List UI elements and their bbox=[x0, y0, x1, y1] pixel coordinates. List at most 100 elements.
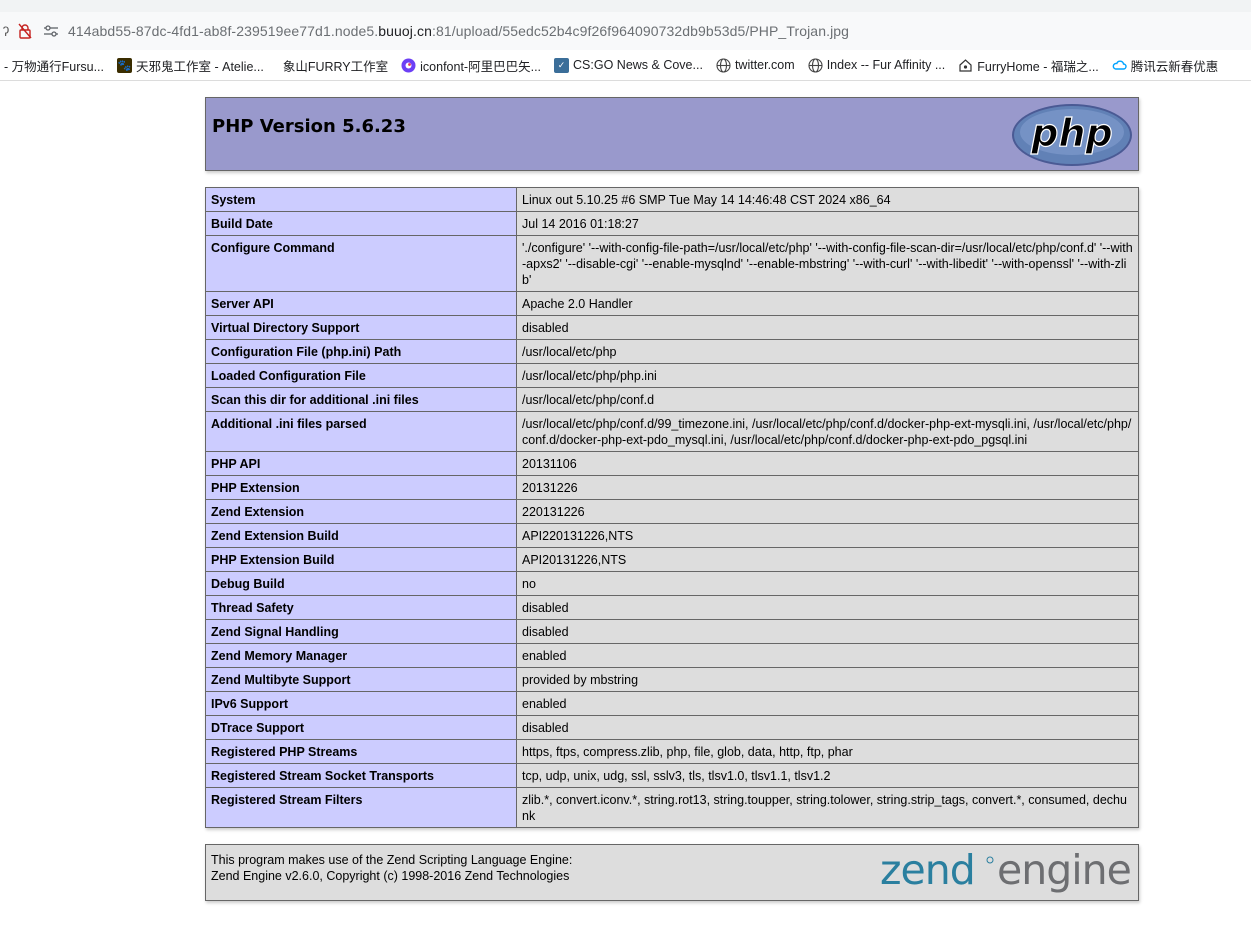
info-key: Scan this dir for additional .ini files bbox=[205, 387, 517, 412]
info-value: enabled bbox=[516, 691, 1139, 716]
info-row: Loaded Configuration File/usr/local/etc/… bbox=[205, 363, 1139, 388]
info-key: PHP Extension Build bbox=[205, 547, 517, 572]
info-key: Zend Memory Manager bbox=[205, 643, 517, 668]
info-row: Additional .ini files parsed/usr/local/e… bbox=[205, 411, 1139, 452]
info-key: Registered Stream Socket Transports bbox=[205, 763, 517, 788]
info-key: Zend Multibyte Support bbox=[205, 667, 517, 692]
info-value: /usr/local/etc/php/php.ini bbox=[516, 363, 1139, 388]
info-key: Zend Signal Handling bbox=[205, 619, 517, 644]
zend-engine-logo[interactable]: zend engine bbox=[880, 848, 1134, 896]
bookmark-label: 天邪鬼工作室 - Atelie... bbox=[136, 59, 264, 74]
info-value: 220131226 bbox=[516, 499, 1139, 524]
info-value: './configure' '--with-config-file-path=/… bbox=[516, 235, 1139, 292]
bookmark-twitter[interactable]: twitter.com bbox=[716, 57, 795, 73]
zend-credits: This program makes use of the Zend Scrip… bbox=[205, 844, 1139, 901]
info-row: IPv6 Support enabled bbox=[205, 691, 1139, 716]
house-icon bbox=[958, 58, 973, 73]
bookmark-csgo[interactable]: ✓ CS:GO News & Cove... bbox=[554, 57, 703, 73]
info-key: Additional .ini files parsed bbox=[205, 411, 517, 452]
phpinfo-page: PHP Version 5.6.23 php System Linux out 5… bbox=[205, 97, 1139, 901]
bookmark-label: FurryHome - 福瑞之... bbox=[977, 59, 1099, 74]
info-value: 20131106 bbox=[516, 451, 1139, 476]
info-row: Server API Apache 2.0 Handler bbox=[205, 291, 1139, 316]
bookmark-fursuit[interactable]: - 万物通行Fursu... bbox=[4, 56, 104, 75]
site-settings-icon[interactable] bbox=[38, 20, 64, 42]
info-value: Apache 2.0 Handler bbox=[516, 291, 1139, 316]
bookmark-xiangshan[interactable]: 象山FURRY工作室 bbox=[283, 56, 388, 75]
info-row: System Linux out 5.10.25 #6 SMP Tue May 1… bbox=[205, 187, 1139, 212]
info-value: API20131226,NTS bbox=[516, 547, 1139, 572]
info-row: PHP Extension Build API20131226,NTS bbox=[205, 547, 1139, 572]
zend-credits-line: This program makes use of the Zend Scrip… bbox=[211, 853, 573, 867]
bookmark-iconfont[interactable]: iconfont-阿里巴巴矢... bbox=[401, 56, 541, 75]
cloud-icon bbox=[1112, 58, 1127, 73]
info-row: Virtual Directory Support disabled bbox=[205, 315, 1139, 340]
info-key: Registered Stream Filters bbox=[205, 787, 517, 828]
info-value: API220131226,NTS bbox=[516, 523, 1139, 548]
info-value: 20131226 bbox=[516, 475, 1139, 500]
info-row: Registered PHP Streams https, ftps, compr… bbox=[205, 739, 1139, 764]
info-key: DTrace Support bbox=[205, 715, 517, 740]
not-secure-icon[interactable] bbox=[12, 20, 38, 42]
info-row: Configuration File (php.ini) Path/usr/lo… bbox=[205, 339, 1139, 364]
zend-logo-text: zend bbox=[880, 848, 975, 894]
php-logo-text: php bbox=[1030, 111, 1112, 155]
info-value: Jul 14 2016 01:18:27 bbox=[516, 211, 1139, 236]
info-key: Configure Command bbox=[205, 235, 517, 292]
info-value: enabled bbox=[516, 643, 1139, 668]
php-logo[interactable]: php bbox=[1010, 102, 1134, 168]
info-key: Configuration File (php.ini) Path bbox=[205, 339, 517, 364]
info-table: System Linux out 5.10.25 #6 SMP Tue May 1… bbox=[205, 187, 1139, 828]
info-key: Registered PHP Streams bbox=[205, 739, 517, 764]
bookmark-label: CS:GO News & Cove... bbox=[573, 58, 703, 72]
bookmark-label: Index -- Fur Affinity ... bbox=[826, 58, 946, 72]
url-domain: buuoj.cn bbox=[378, 23, 432, 39]
info-row: Zend Extension Build API220131226,NTS bbox=[205, 523, 1139, 548]
info-value: /usr/local/etc/php bbox=[516, 339, 1139, 364]
url-text[interactable]: 414abd55-87dc-4fd1-ab8f-239519ee77d1.nod… bbox=[68, 23, 849, 39]
info-value: tcp, udp, unix, udg, ssl, sslv3, tls, tl… bbox=[516, 763, 1139, 788]
bookmark-label: iconfont-阿里巴巴矢... bbox=[420, 59, 542, 74]
paw-icon: 🐾 bbox=[117, 57, 133, 73]
info-key: Loaded Configuration File bbox=[205, 363, 517, 388]
info-value: disabled bbox=[516, 595, 1139, 620]
info-value: disabled bbox=[516, 715, 1139, 740]
info-row: Zend Signal Handling disabled bbox=[205, 619, 1139, 644]
zend-credits-line: Zend Engine v2.6.0, Copyright (c) 1998-2… bbox=[211, 869, 570, 883]
info-value: /usr/local/etc/php/conf.d bbox=[516, 387, 1139, 412]
bookmarks-bar: - 万物通行Fursu... 🐾 天邪鬼工作室 - Atelie... 象山FU… bbox=[0, 50, 1251, 81]
info-value: https, ftps, compress.zlib, php, file, g… bbox=[516, 739, 1139, 764]
globe-icon bbox=[808, 57, 823, 73]
info-key: PHP API bbox=[205, 451, 517, 476]
info-row: Debug Build no bbox=[205, 571, 1139, 596]
info-row: Scan this dir for additional .ini files /… bbox=[205, 387, 1139, 412]
info-value: provided by mbstring bbox=[516, 667, 1139, 692]
url-path: :81/upload/55edc52b4c9f26f964090732db9b5… bbox=[431, 23, 850, 39]
bookmark-furryhome[interactable]: FurryHome - 福瑞之... bbox=[958, 56, 1099, 75]
info-key: Zend Extension Build bbox=[205, 523, 517, 548]
info-row: PHP API 20131106 bbox=[205, 451, 1139, 476]
info-row: Zend Memory Manager enabled bbox=[205, 643, 1139, 668]
info-key: IPv6 Support bbox=[205, 691, 517, 716]
info-row: Zend Multibyte Support provided by mbstri… bbox=[205, 667, 1139, 692]
bookmark-label: 象山FURRY工作室 bbox=[282, 59, 389, 74]
csgo-icon: ✓ bbox=[554, 57, 570, 73]
info-key: System bbox=[205, 187, 517, 212]
info-key: Thread Safety bbox=[205, 595, 517, 620]
info-key: PHP Extension bbox=[205, 475, 517, 500]
bookmark-tencentcloud[interactable]: 腾讯云新春优惠 bbox=[1112, 56, 1218, 75]
globe-icon bbox=[716, 57, 731, 73]
info-value: no bbox=[516, 571, 1139, 596]
info-key: Zend Extension bbox=[205, 499, 517, 524]
bookmark-atelier[interactable]: 🐾 天邪鬼工作室 - Atelie... bbox=[117, 56, 264, 75]
info-key: Server API bbox=[205, 291, 517, 316]
page-title: PHP Version 5.6.23 bbox=[212, 116, 406, 137]
php-version-header: PHP Version 5.6.23 php bbox=[205, 97, 1139, 171]
bookmark-furaffinity[interactable]: Index -- Fur Affinity ... bbox=[808, 57, 946, 73]
address-bar[interactable]: ʔ 414abd55-87dc-4fd1-ab8f-239519ee77d1.n… bbox=[0, 12, 1251, 50]
url-prefix: 414abd55-87dc-4fd1-ab8f-239519ee77d1.nod… bbox=[68, 23, 379, 39]
info-value: disabled bbox=[516, 315, 1139, 340]
bookmark-label: twitter.com bbox=[734, 58, 795, 72]
info-row: DTrace Support disabled bbox=[205, 715, 1139, 740]
info-row: Build Date Jul 14 2016 01:18:27 bbox=[205, 211, 1139, 236]
